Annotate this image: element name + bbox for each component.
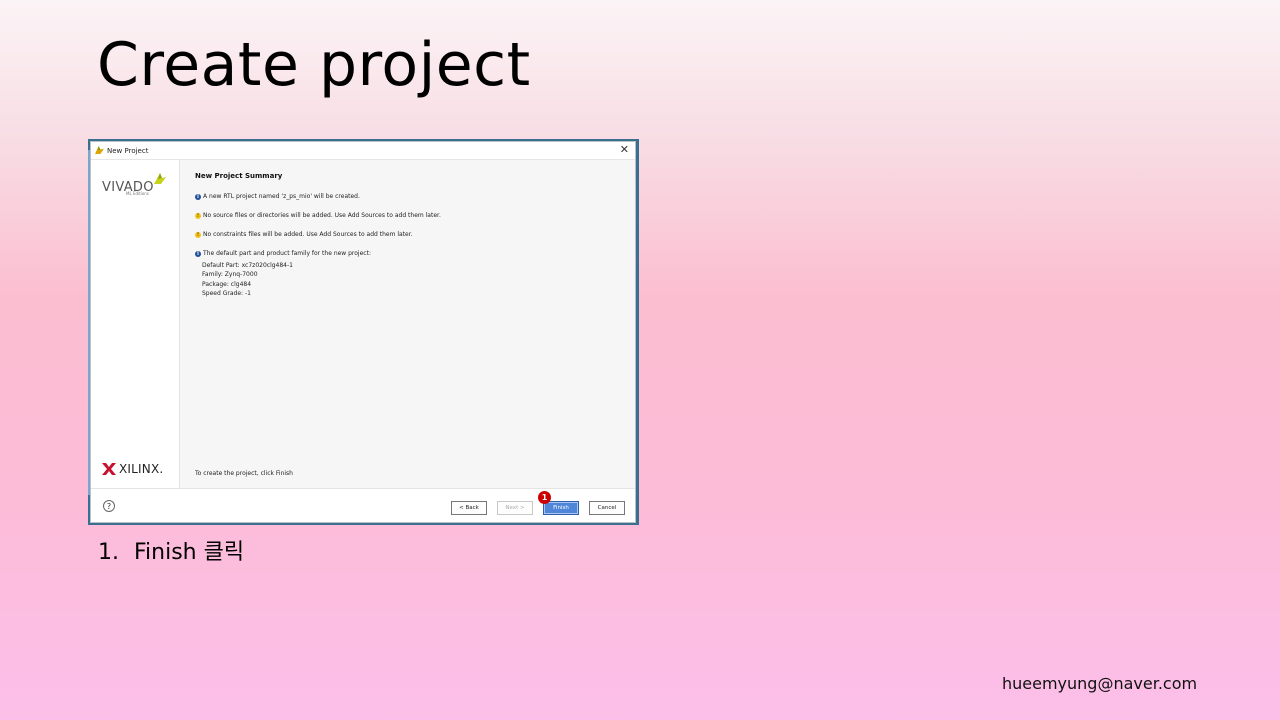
- vivado-logo: VIVADO ML Editions: [102, 173, 166, 196]
- help-button[interactable]: ?: [103, 500, 115, 512]
- default-part: Default Part: xc7z020clg484-1: [202, 262, 293, 269]
- package: Package: clg484: [202, 280, 252, 288]
- summary-panel: New Project Summary i A new RTL project …: [180, 160, 635, 488]
- slide-title: Create project: [97, 30, 531, 100]
- next-button[interactable]: Next >: [497, 501, 533, 515]
- speed-grade: Speed Grade: -1: [202, 289, 251, 297]
- warning-icon: !: [195, 212, 201, 219]
- dialog-footer: ? < Back Next > Finish Cancel 1: [91, 488, 635, 522]
- instruction: 1. Finish 클릭: [98, 534, 244, 566]
- vivado-app-icon: [95, 146, 104, 154]
- step-badge: 1: [538, 491, 551, 504]
- dialog-titlebar: New Project ✕: [91, 142, 635, 160]
- info-icon: i: [195, 193, 201, 200]
- close-icon[interactable]: ✕: [620, 143, 629, 156]
- warning-icon: !: [195, 231, 201, 238]
- vivado-swoosh-icon: [154, 173, 166, 184]
- summary-message: ! No source files or directories will be…: [195, 212, 441, 219]
- author-email: hueemyung@naver.com: [1002, 674, 1198, 693]
- window-title: New Project: [107, 147, 149, 155]
- back-button[interactable]: < Back: [451, 501, 487, 515]
- summary-message: i The default part and product family fo…: [195, 250, 371, 257]
- new-project-dialog: New Project ✕ VIVADO ML Editions XILINX.…: [90, 141, 636, 523]
- xilinx-logo: XILINX.: [102, 462, 163, 476]
- instruction-number: 1.: [98, 540, 119, 565]
- family: Family: Zynq-7000: [202, 271, 258, 279]
- vivado-edition: ML Editions: [126, 191, 149, 196]
- part-details: Default Part: xc7z020clg484-1 Family: Zy…: [202, 261, 293, 298]
- info-icon: i: [195, 250, 201, 257]
- brand-panel: VIVADO ML Editions XILINX.: [91, 160, 180, 488]
- instruction-text: Finish 클릭: [134, 540, 245, 565]
- xilinx-wordmark: XILINX.: [119, 462, 164, 476]
- finish-button[interactable]: Finish: [543, 501, 579, 515]
- dialog-screenshot: New Project ✕ VIVADO ML Editions XILINX.…: [88, 139, 639, 525]
- summary-message: i A new RTL project named 'z_ps_mio' wil…: [195, 193, 360, 200]
- summary-message: ! No constraints files will be added. Us…: [195, 231, 413, 238]
- cancel-button[interactable]: Cancel: [589, 501, 625, 515]
- create-hint: To create the project, click Finish: [195, 470, 293, 477]
- xilinx-mark-icon: [102, 463, 116, 475]
- summary-heading: New Project Summary: [195, 172, 283, 180]
